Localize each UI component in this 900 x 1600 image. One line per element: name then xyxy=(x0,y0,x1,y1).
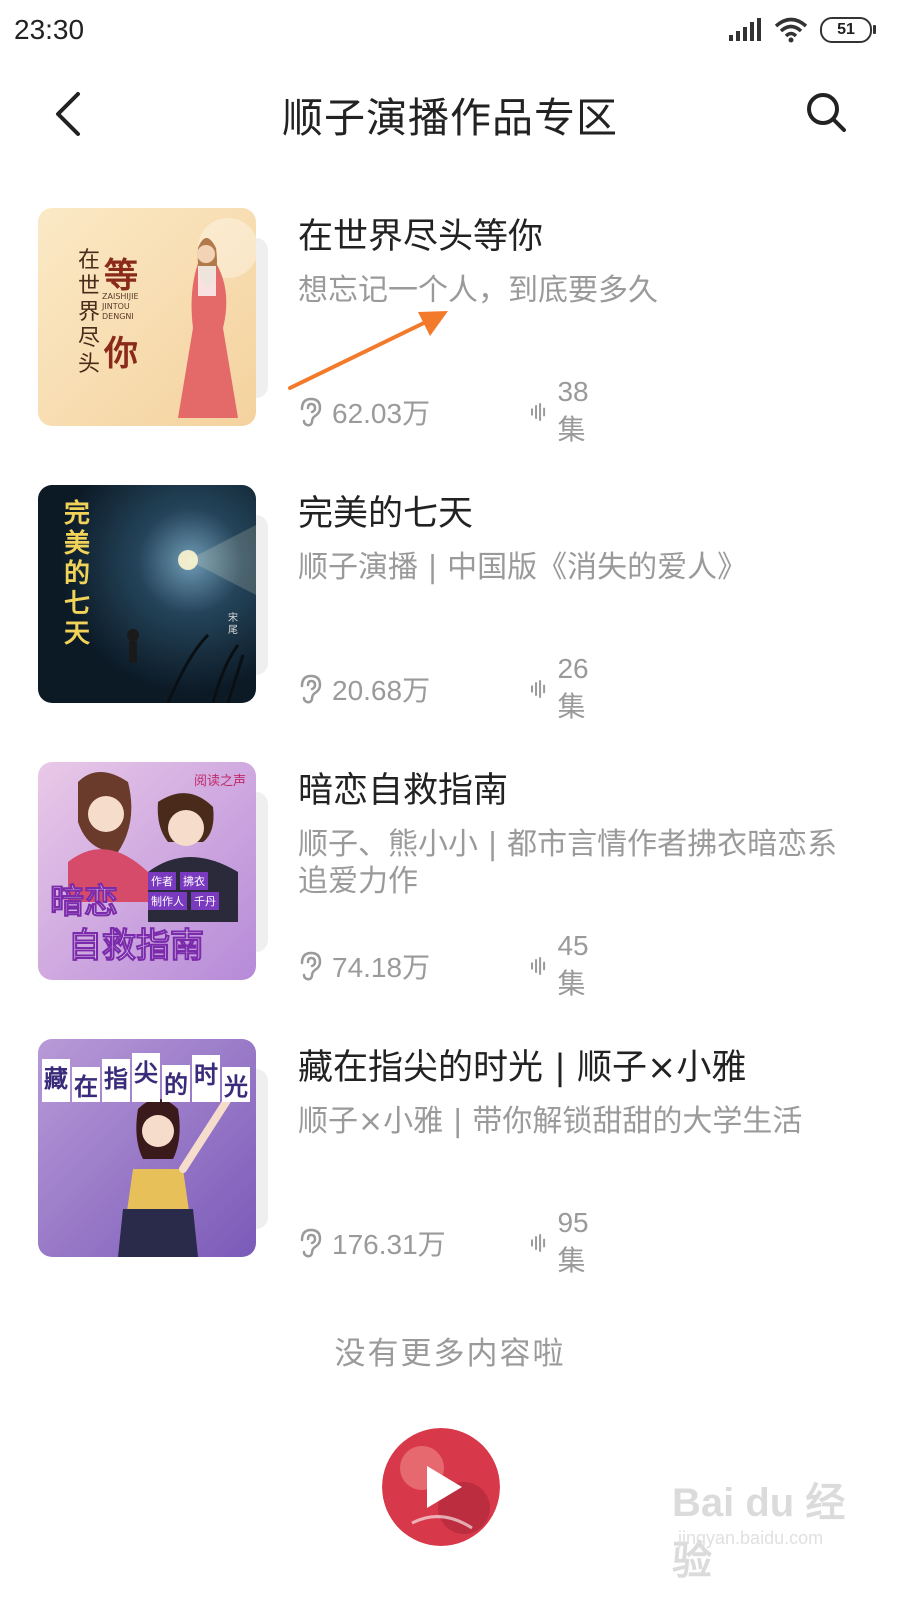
cover-tag: 作者 xyxy=(148,872,176,890)
play-count-value: 62.03万 xyxy=(332,398,431,429)
list-item[interactable]: 藏 在 指 尖 的 时 光 藏在指尖的时光 | 顺子×小雅 顺子×小雅 | 带你… xyxy=(0,1031,900,1308)
episode-count-value: 45集 xyxy=(557,930,589,999)
item-desc: 顺子×小雅 | 带你解锁甜甜的大学生活 xyxy=(298,1104,803,1139)
cover-tag: 拂衣 xyxy=(180,872,208,890)
cover-title-2: 自救指南 xyxy=(68,926,205,967)
ear-icon xyxy=(300,1228,322,1258)
cover-char: 的 xyxy=(64,559,91,589)
ear-icon xyxy=(300,951,322,981)
item-desc: 顺子演播 | 中国版《消失的爱人》 xyxy=(298,550,748,585)
cover-title-row: 藏 在 指 尖 的 时 光 xyxy=(42,1053,250,1102)
item-desc: 顺子、熊小小 | 都市言情作者拂衣暗恋系追爱力作 xyxy=(298,827,838,899)
battery-icon: 51 xyxy=(820,17,876,43)
episode-count: 45集 xyxy=(530,930,597,999)
episode-count: 26集 xyxy=(530,653,597,722)
cover-char: 在 xyxy=(78,248,101,273)
cover-char: 头 xyxy=(78,352,101,377)
item-desc: 想忘记一个人，到底要多久 xyxy=(298,273,658,308)
watermark-url: jingyan.baidu.com xyxy=(678,1528,824,1548)
cover-char: 的 xyxy=(162,1065,190,1102)
cover-image: 藏 在 指 尖 的 时 光 xyxy=(38,1039,256,1257)
search-button[interactable] xyxy=(802,88,852,138)
wifi-icon xyxy=(774,17,808,43)
cover-title-1: 暗恋 xyxy=(50,882,119,923)
cover-top-text: 阅读之声 xyxy=(193,774,246,789)
cover-stack: 阅读之声 暗恋 自救指南 作者 拂衣 制作人 千丹 xyxy=(38,762,270,982)
status-time: 23:30 xyxy=(14,14,85,45)
cover-char: 藏 xyxy=(42,1059,70,1102)
cover-art xyxy=(38,208,256,426)
cover-image: 阅读之声 暗恋 自救指南 作者 拂衣 制作人 千丹 xyxy=(38,762,256,980)
search-icon xyxy=(807,93,846,132)
episode-count-value: 26集 xyxy=(557,653,589,722)
cover-author: 宋尾 xyxy=(228,613,238,636)
item-title: 藏在指尖的时光 | 顺子×小雅 xyxy=(298,1048,747,1088)
cover-stack: 完 美 的 七 天 宋尾 xyxy=(38,485,270,705)
play-count-value: 20.68万 xyxy=(332,675,431,706)
signal-icon xyxy=(729,18,761,41)
list-item[interactable]: 完 美 的 七 天 宋尾 完美的七天 顺子演播 | 中国版《消失的爱人》 20.… xyxy=(0,477,900,754)
cover-char: 指 xyxy=(102,1059,130,1102)
play-count: 74.18万 xyxy=(298,946,430,986)
cover-pinyin: ZAISHIJIE JINTOU DENGNI xyxy=(102,292,139,321)
program-list: 在 世 界 尽 头 等 你 ZAISHIJIE JINTOU DENGNI 在世… xyxy=(0,200,900,1308)
item-title: 暗恋自救指南 xyxy=(298,771,509,811)
cover-stack: 在 世 界 尽 头 等 你 ZAISHIJIE JINTOU DENGNI xyxy=(38,208,270,428)
cover-title-col: 完 美 的 七 天 xyxy=(64,499,90,649)
list-item[interactable]: 在 世 界 尽 头 等 你 ZAISHIJIE JINTOU DENGNI 在世… xyxy=(0,200,900,477)
cover-char: 在 xyxy=(72,1067,100,1102)
nav-bar: 顺子演播作品专区 xyxy=(0,62,900,166)
battery-level: 51 xyxy=(837,21,855,38)
cover-char: 尽 xyxy=(78,326,101,351)
sound-wave-icon xyxy=(531,956,546,976)
cover-char: 你 xyxy=(104,334,138,374)
cover-char: 天 xyxy=(64,619,91,649)
play-count-value: 176.31万 xyxy=(332,1229,446,1260)
ear-icon xyxy=(300,397,322,427)
ear-icon xyxy=(300,674,322,704)
cover-char: 七 xyxy=(64,589,91,619)
item-stats: 62.03万 38集 xyxy=(298,376,589,445)
cover-tags: 作者 拂衣 xyxy=(148,872,208,890)
cover-char: 美 xyxy=(64,529,91,559)
play-count-value: 74.18万 xyxy=(332,952,431,983)
mini-player-button[interactable] xyxy=(382,1428,500,1546)
item-stats: 176.31万 95集 xyxy=(298,1207,589,1276)
cover-tags: 制作人 千丹 xyxy=(148,892,219,910)
cover-char: 尖 xyxy=(132,1053,160,1102)
episode-count: 38集 xyxy=(530,376,597,445)
play-count: 62.03万 xyxy=(298,392,430,432)
episode-count: 95集 xyxy=(530,1207,597,1276)
no-more-text: 没有更多内容啦 xyxy=(334,1336,566,1372)
item-title: 在世界尽头等你 xyxy=(298,217,544,257)
sound-wave-icon xyxy=(531,402,546,422)
item-stats: 20.68万 26集 xyxy=(298,653,589,722)
cover-image: 完 美 的 七 天 宋尾 xyxy=(38,485,256,703)
status-icons: 51 xyxy=(728,16,876,44)
item-stats: 74.18万 45集 xyxy=(298,930,589,999)
cover-image: 在 世 界 尽 头 等 你 ZAISHIJIE JINTOU DENGNI xyxy=(38,208,256,426)
list-item[interactable]: 阅读之声 暗恋 自救指南 作者 拂衣 制作人 千丹 暗恋自救指南 顺子、熊小小 … xyxy=(0,754,900,1031)
play-count: 20.68万 xyxy=(298,669,430,709)
cover-char: 光 xyxy=(222,1067,250,1102)
cover-stack: 藏 在 指 尖 的 时 光 xyxy=(38,1039,270,1259)
cover-char: 世 xyxy=(78,274,101,299)
cover-char: 完 xyxy=(64,499,91,529)
cover-char: 界 xyxy=(78,300,101,325)
cover-title-col: 在 世 界 尽 头 xyxy=(78,248,100,378)
play-count: 176.31万 xyxy=(298,1223,446,1263)
cover-tag: 千丹 xyxy=(191,892,219,910)
episode-count-value: 95集 xyxy=(557,1207,589,1276)
status-bar: 23:30 51 xyxy=(0,0,900,62)
sound-wave-icon xyxy=(531,679,546,699)
cover-tag: 制作人 xyxy=(148,892,187,910)
baidu-watermark: Bai du 经验 jingyan.baidu.com xyxy=(672,1470,872,1583)
page-title: 顺子演播作品专区 xyxy=(282,94,618,142)
episode-count-value: 38集 xyxy=(557,376,589,445)
mini-player-art xyxy=(382,1428,500,1546)
item-title: 完美的七天 xyxy=(298,494,474,534)
sound-wave-icon xyxy=(531,1233,546,1253)
cover-char: 时 xyxy=(192,1055,220,1102)
